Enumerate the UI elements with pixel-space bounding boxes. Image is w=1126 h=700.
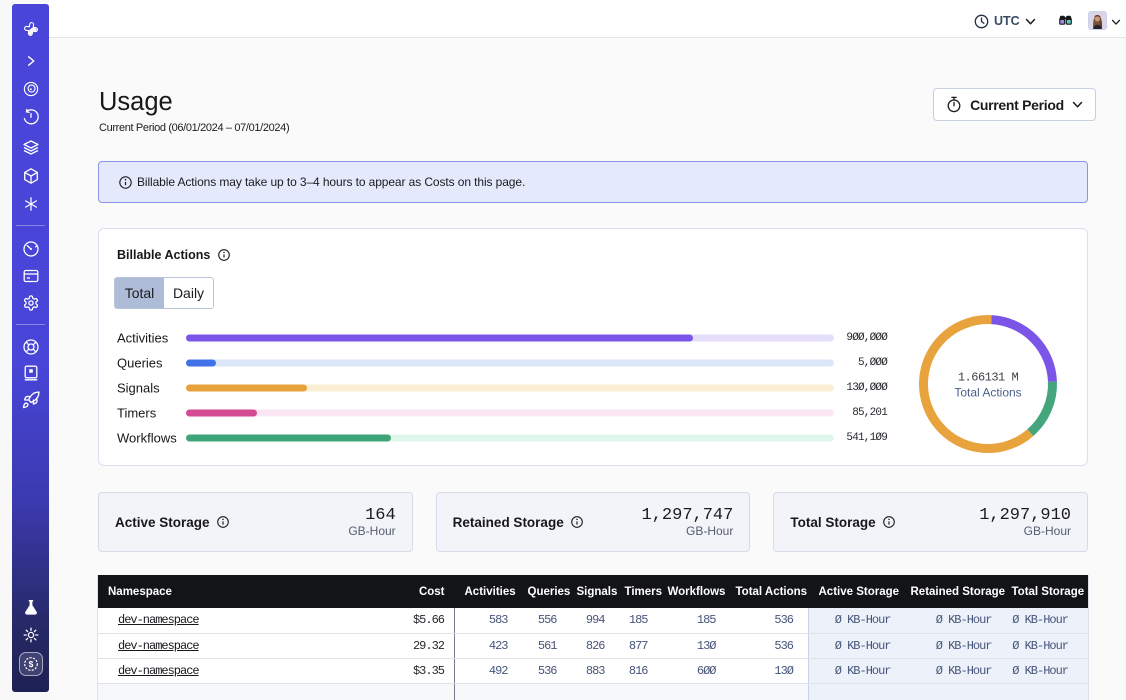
- svg-text:Total Actions: Total Actions: [954, 386, 1021, 400]
- svg-text:$: $: [28, 659, 33, 669]
- svg-text:1.66131 M: 1.66131 M: [958, 371, 1019, 385]
